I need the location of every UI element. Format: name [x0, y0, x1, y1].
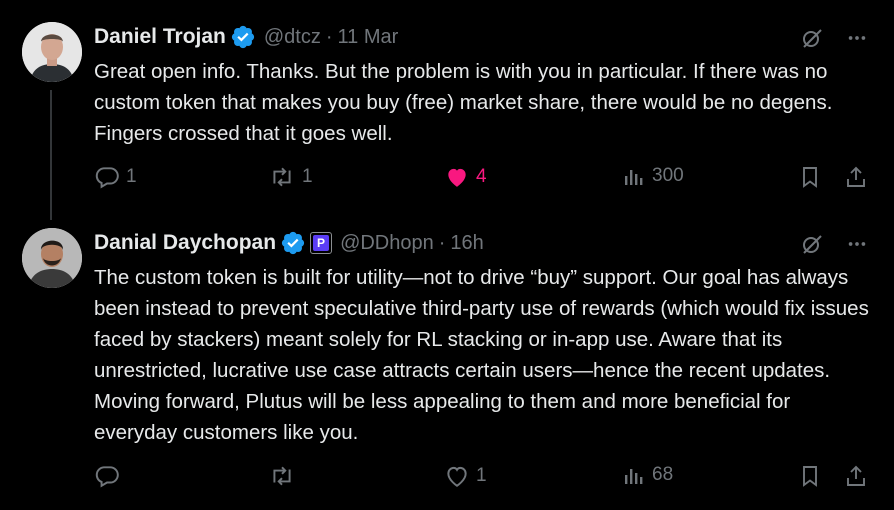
more-icon[interactable] — [846, 233, 868, 255]
tweet-top-actions — [800, 26, 868, 50]
share-icon — [847, 465, 865, 486]
views-button[interactable]: 300 — [622, 164, 684, 188]
thread-connector-line — [50, 90, 52, 220]
retweet-count: 1 — [302, 166, 313, 187]
separator-dot: · — [438, 231, 446, 254]
share-button[interactable] — [844, 164, 868, 190]
reply-button[interactable]: 1 — [94, 164, 137, 190]
bookmark-button[interactable] — [798, 463, 822, 489]
timestamp[interactable]: 11 Mar — [338, 26, 399, 49]
avatar-danial-daychopan[interactable] — [22, 228, 82, 288]
timestamp[interactable]: 16h — [450, 232, 483, 255]
view-count: 300 — [652, 165, 684, 186]
like-button[interactable]: 4 — [444, 164, 487, 190]
affiliate-badge-letter: P — [313, 235, 330, 251]
tweet-2[interactable]: Danial Daychopan P @DDhopn · 16h The cus… — [0, 220, 894, 510]
affiliate-badge[interactable]: P — [310, 232, 333, 254]
tweet-header: Daniel Trojan @dtcz · 11 Mar — [94, 24, 398, 50]
views-button[interactable]: 68 — [622, 463, 673, 487]
share-button[interactable] — [844, 463, 868, 489]
like-count: 4 — [476, 166, 487, 187]
bookmark-icon — [803, 466, 817, 487]
bookmark-icon — [803, 167, 817, 188]
share-icon — [847, 166, 865, 187]
grok-icon[interactable] — [800, 26, 824, 50]
bookmark-button[interactable] — [798, 164, 822, 190]
user-handle[interactable]: @dtcz — [264, 26, 321, 49]
tweet-1[interactable]: Daniel Trojan @dtcz · 11 Mar Great open … — [0, 0, 894, 220]
tweet-action-bar: 1 1 4 300 — [94, 164, 870, 194]
retweet-icon — [273, 167, 291, 187]
retweet-button[interactable]: 1 — [268, 164, 313, 190]
verified-badge-icon — [230, 24, 256, 50]
reply-icon — [95, 466, 119, 488]
display-name[interactable]: Daniel Trojan — [94, 25, 226, 49]
tweet-action-bar: 1 68 — [94, 463, 870, 493]
retweet-button[interactable] — [268, 463, 302, 489]
separator-dot: · — [325, 25, 333, 48]
verified-badge-icon — [280, 230, 306, 256]
avatar-daniel-trojan[interactable] — [22, 22, 82, 82]
tweet-text: Great open info. Thanks. But the problem… — [94, 60, 833, 145]
reply-icon — [95, 167, 119, 189]
like-icon — [447, 466, 467, 487]
grok-icon[interactable] — [800, 232, 824, 256]
like-icon — [448, 168, 466, 187]
tweet-text: The custom token is built for utility—no… — [94, 266, 869, 444]
reply-button[interactable] — [94, 463, 126, 489]
tweet-header: Danial Daychopan P @DDhopn · 16h — [94, 230, 484, 256]
retweet-icon — [273, 466, 291, 486]
tweet-top-actions — [800, 232, 868, 256]
user-handle[interactable]: @DDhopn — [340, 232, 434, 255]
like-button[interactable]: 1 — [444, 463, 487, 489]
like-count: 1 — [476, 465, 487, 486]
display-name[interactable]: Danial Daychopan — [94, 231, 276, 255]
reply-count: 1 — [126, 166, 137, 187]
view-count: 68 — [652, 464, 674, 485]
views-icon — [625, 170, 643, 185]
more-icon[interactable] — [846, 27, 868, 49]
views-icon — [625, 469, 643, 484]
